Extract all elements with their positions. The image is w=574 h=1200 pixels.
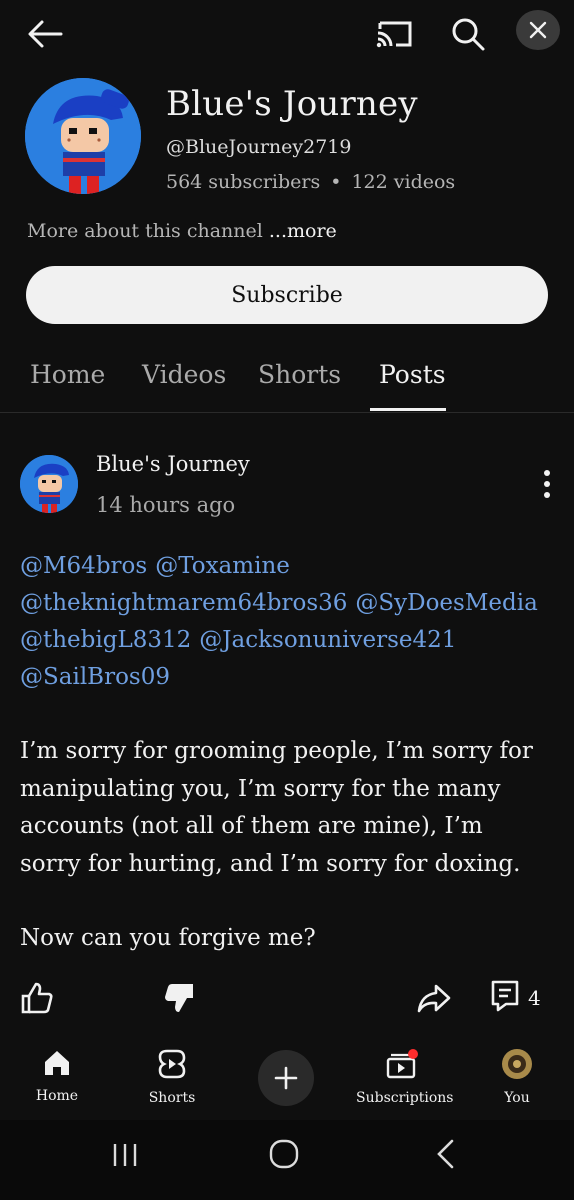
comment-icon: [490, 979, 520, 1017]
separator-dot: •: [330, 171, 342, 193]
post-author-avatar[interactable]: [20, 455, 78, 513]
nav-subscriptions-label: Subscriptions: [356, 1090, 454, 1106]
channel-name: Blue's Journey: [166, 84, 418, 124]
dislike-icon[interactable]: [162, 978, 196, 1018]
system-navigation-bar: [0, 1120, 574, 1200]
comment-count: 4: [528, 986, 541, 1010]
tab-posts[interactable]: Posts: [379, 360, 446, 389]
cast-icon[interactable]: [372, 16, 416, 52]
mention-link[interactable]: @theknightmarem64bros36: [20, 590, 347, 616]
tab-shorts[interactable]: Shorts: [258, 360, 341, 389]
top-bar: [0, 0, 574, 70]
tab-home[interactable]: Home: [30, 360, 105, 389]
more-link[interactable]: ...more: [269, 220, 337, 242]
nav-shorts[interactable]: Shorts: [127, 1048, 217, 1106]
nav-shorts-label: Shorts: [148, 1090, 196, 1106]
tab-videos[interactable]: Videos: [142, 360, 226, 389]
home-circle-icon[interactable]: [268, 1138, 300, 1174]
more-options-icon[interactable]: [534, 466, 560, 502]
mention-link[interactable]: @Jacksonuniverse421: [199, 627, 456, 653]
channel-avatar[interactable]: [25, 78, 141, 194]
nav-you-label: You: [504, 1090, 530, 1106]
back-arrow-icon[interactable]: [24, 16, 66, 52]
share-icon[interactable]: [416, 978, 452, 1018]
more-about-label: More about this channel: [27, 220, 263, 242]
more-about-channel[interactable]: More about this channel ...more: [27, 220, 337, 242]
channel-handle: @BlueJourney2719: [166, 136, 352, 158]
close-icon[interactable]: [516, 10, 560, 50]
post-actions: 4: [0, 978, 574, 1022]
shorts-icon: [158, 1049, 186, 1079]
mention-link[interactable]: @M64bros: [20, 553, 147, 579]
active-tab-indicator: [370, 408, 446, 411]
back-chevron-icon[interactable]: [432, 1138, 460, 1174]
subscribe-button[interactable]: Subscribe: [26, 266, 548, 324]
you-avatar-icon: [502, 1049, 532, 1079]
channel-tabs: Home Videos Shorts Posts: [0, 360, 574, 413]
like-icon[interactable]: [20, 978, 54, 1018]
post-mentions: @M64bros @Toxamine @theknightmarem64bros3…: [20, 548, 560, 696]
search-icon[interactable]: [446, 14, 490, 54]
nav-you[interactable]: You: [472, 1048, 562, 1106]
subscriber-count: 564 subscribers: [166, 171, 321, 193]
nav-home-label: Home: [35, 1088, 79, 1104]
mention-link[interactable]: @SailBros09: [20, 664, 170, 690]
channel-stats: 564 subscribers • 122 videos: [166, 171, 455, 193]
post-paragraph: Now can you forgive me?: [20, 925, 316, 951]
post-body: I’m sorry for grooming people, I’m sorry…: [20, 733, 550, 958]
comments-button[interactable]: 4: [490, 978, 541, 1018]
home-icon: [45, 1051, 69, 1075]
mention-link[interactable]: @Toxamine: [155, 553, 290, 579]
nav-home[interactable]: Home: [12, 1048, 102, 1104]
subscriptions-icon: [386, 1049, 418, 1079]
mention-link[interactable]: @thebigL8312: [20, 627, 191, 653]
post-paragraph: I’m sorry for grooming people, I’m sorry…: [20, 738, 533, 877]
video-count: 122 videos: [351, 171, 456, 193]
bottom-navigation: Home Shorts Subscriptions You: [0, 1040, 574, 1118]
recents-icon[interactable]: [110, 1140, 140, 1174]
mention-link[interactable]: @SyDoesMedia: [355, 590, 537, 616]
post-timestamp: 14 hours ago: [96, 493, 236, 517]
create-button[interactable]: [258, 1050, 314, 1106]
plus-icon: [274, 1066, 298, 1090]
post-author-name[interactable]: Blue's Journey: [96, 452, 250, 476]
nav-subscriptions[interactable]: Subscriptions: [356, 1048, 454, 1106]
